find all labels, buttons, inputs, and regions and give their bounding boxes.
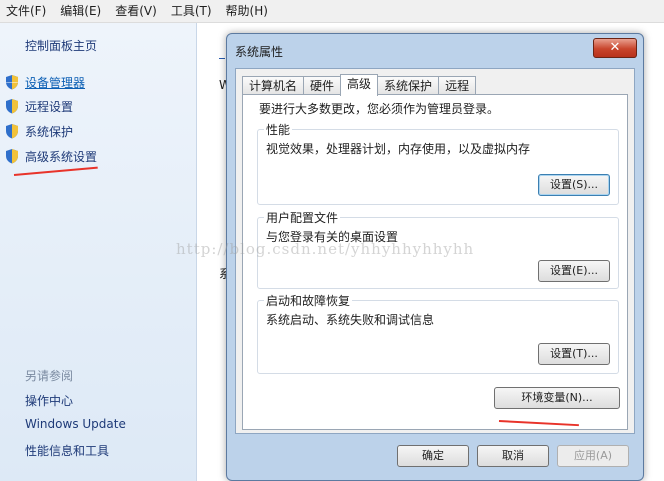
sidebar-item-label: 高级系统设置 <box>25 149 98 164</box>
performance-group: 性能 视觉效果，处理器计划，内存使用，以及虚拟内存 设置(S)... <box>257 121 619 205</box>
group-description: 视觉效果，处理器计划，内存使用，以及虚拟内存 <box>266 142 531 156</box>
tab-hardware[interactable]: 硬件 <box>303 76 342 95</box>
startup-recovery-settings-button[interactable]: 设置(T)... <box>538 343 610 365</box>
sidebar-link-action-center[interactable]: 操作中心 <box>25 392 73 409</box>
performance-settings-button[interactable]: 设置(S)... <box>538 174 610 196</box>
control-panel-sidebar: 控制面板主页 设备管理器 远程设置 系统保护 高级系统设置 另请参阅 操作中心 … <box>0 23 197 481</box>
shield-icon <box>6 99 18 114</box>
group-title: 用户配置文件 <box>264 209 341 226</box>
apply-button[interactable]: 应用(A) <box>557 445 629 467</box>
sidebar-item-label: 设备管理器 <box>25 75 86 90</box>
tab-advanced[interactable]: 高级 <box>340 74 379 96</box>
sidebar-item-advanced-system-settings[interactable]: 高级系统设置 <box>4 146 97 166</box>
tab-computer-name[interactable]: 计算机名 <box>242 76 305 95</box>
sidebar-link-windows-update[interactable]: Windows Update <box>25 417 126 431</box>
tab-system-protection[interactable]: 系统保护 <box>377 76 440 95</box>
group-description: 与您登录有关的桌面设置 <box>266 230 399 244</box>
menu-bar: 文件(F) 编辑(E) 查看(V) 工具(T) 帮助(H) <box>0 0 664 23</box>
advanced-tab-panel: 要进行大多数更改，您必须作为管理员登录。 性能 视觉效果，处理器计划，内存使用，… <box>242 94 628 430</box>
sidebar-item-device-manager[interactable]: 设备管理器 <box>4 72 85 92</box>
ok-button[interactable]: 确定 <box>397 445 469 467</box>
sidebar-item-label: 远程设置 <box>25 99 74 114</box>
close-button[interactable]: ✕ <box>593 38 637 58</box>
shield-icon <box>6 149 18 164</box>
dialog-title: 系统属性 <box>235 45 284 59</box>
system-properties-dialog: 系统属性 ✕ 计算机名 硬件 高级 系统保护 远程 要进行大多数更改，您必须作为… <box>226 33 644 481</box>
close-icon: ✕ <box>609 40 621 55</box>
menu-view[interactable]: 查看(V) <box>109 0 163 22</box>
dialog-body: 计算机名 硬件 高级 系统保护 远程 要进行大多数更改，您必须作为管理员登录。 … <box>235 68 635 434</box>
startup-recovery-group: 启动和故障恢复 系统启动、系统失败和调试信息 设置(T)... <box>257 292 619 374</box>
group-description: 系统启动、系统失败和调试信息 <box>266 313 435 327</box>
tab-strip: 计算机名 硬件 高级 系统保护 远程 <box>242 74 477 96</box>
menu-file[interactable]: 文件(F) <box>0 0 52 22</box>
user-profiles-settings-button[interactable]: 设置(E)... <box>538 260 610 282</box>
group-title: 性能 <box>264 121 293 138</box>
sidebar-item-system-protection[interactable]: 系统保护 <box>4 121 73 141</box>
see-also-heading: 另请参阅 <box>25 369 74 383</box>
environment-variables-button[interactable]: 环境变量(N)... <box>494 387 620 409</box>
sidebar-item-label: 系统保护 <box>25 124 74 139</box>
sidebar-item-remote-settings[interactable]: 远程设置 <box>4 96 73 116</box>
menu-help[interactable]: 帮助(H) <box>220 0 274 22</box>
group-title: 启动和故障恢复 <box>264 292 353 309</box>
sidebar-link-performance-info[interactable]: 性能信息和工具 <box>25 442 109 459</box>
admin-note: 要进行大多数更改，您必须作为管理员登录。 <box>259 102 500 116</box>
menu-edit[interactable]: 编辑(E) <box>54 0 107 22</box>
background-link-fragment <box>219 44 225 59</box>
shield-icon <box>6 124 18 139</box>
shield-icon <box>6 75 18 90</box>
user-profiles-group: 用户配置文件 与您登录有关的桌面设置 设置(E)... <box>257 209 619 289</box>
menu-tools[interactable]: 工具(T) <box>165 0 218 22</box>
control-panel-home-link[interactable]: 控制面板主页 <box>25 37 97 54</box>
cancel-button[interactable]: 取消 <box>477 445 549 467</box>
tab-remote[interactable]: 远程 <box>438 76 477 95</box>
red-annotation-arrow <box>13 166 98 176</box>
